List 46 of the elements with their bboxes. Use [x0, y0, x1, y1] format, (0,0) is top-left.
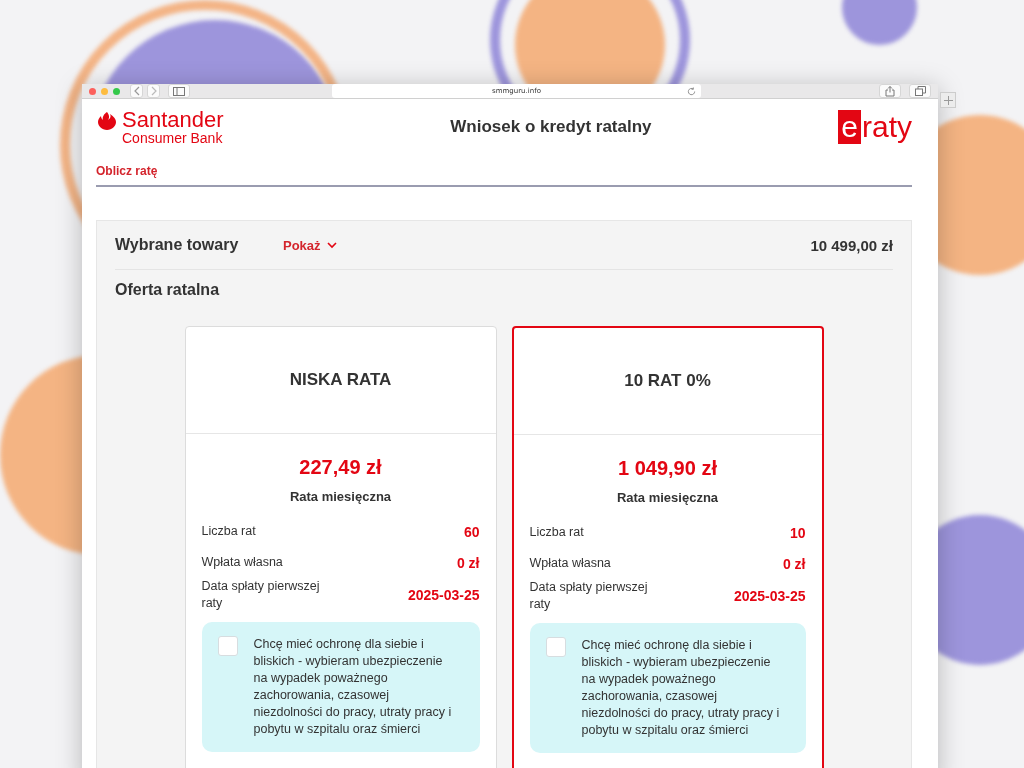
- back-button[interactable]: [130, 84, 143, 98]
- detail-label: Liczba rat: [201, 523, 257, 540]
- new-tab-button[interactable]: [940, 92, 956, 108]
- detail-value: 60: [463, 523, 480, 540]
- plus-icon: [943, 95, 953, 105]
- checkbox[interactable]: [545, 637, 566, 657]
- logo-text: raty: [862, 110, 912, 144]
- detail-value: 10: [789, 524, 806, 541]
- detail-label: Data spłaty pierwszej raty: [201, 578, 321, 612]
- forward-button[interactable]: [147, 84, 160, 98]
- tab[interactable]: Oblicz ratę: [96, 159, 158, 185]
- page-title: Wniosek o kredyt ratalny: [450, 117, 652, 137]
- detail-value: 2025-03-25: [733, 588, 806, 604]
- chevron-down-icon: [326, 241, 337, 249]
- show-toggle[interactable]: Pokaż: [283, 237, 337, 253]
- insurance-text: Chcę mieć ochronę dla siebie i bliskich - wybieram ubezpieczenie na wypadek poważnego zachorowania, czasowej niezdolności do pracy, utraty pracy i pobytu w szpitalu oraz śmierci: [581, 637, 781, 739]
- detail-label: Wpłata własna: [201, 554, 284, 571]
- total-amount: 10 499,00 zł: [810, 236, 893, 254]
- minimize-button[interactable]: [101, 87, 108, 95]
- detail-value: 0 zł: [456, 554, 480, 571]
- amount-label: Rata miesięczna: [616, 490, 719, 505]
- offer-name: NISKA RATA: [289, 370, 392, 390]
- monthly-amount: 227,49 zł: [299, 456, 382, 479]
- offer-name: 10 RAT 0%: [624, 371, 711, 391]
- logo-badge: e: [838, 110, 861, 144]
- close-button[interactable]: [89, 87, 96, 95]
- insurance-text: Chcę mieć ochronę dla siebie i bliskich - wybieram ubezpieczenie na wypadek poważnego zachorowania, czasowej niezdolności do pracy, utraty pracy i pobytu w szpitalu oraz śmierci: [253, 636, 453, 738]
- tabs-button[interactable]: [909, 84, 931, 98]
- detail-label: Liczba rat: [529, 524, 585, 541]
- brand-name: Santander: [122, 109, 224, 131]
- detail-label: Data spłaty pierwszej raty: [529, 579, 649, 613]
- detail-value: 2025-03-25: [407, 587, 480, 603]
- brand-subtitle: Consumer Bank: [122, 131, 224, 145]
- checkbox[interactable]: [217, 636, 238, 656]
- flame-logo-icon: [96, 111, 118, 131]
- zoom-button[interactable]: [113, 87, 120, 95]
- detail-label: Wpłata własna: [529, 555, 612, 572]
- section-label: Wybrane towary: [115, 236, 240, 254]
- share-button[interactable]: [879, 84, 901, 98]
- sidebar-button[interactable]: [168, 84, 190, 98]
- detail-value: 0 zł: [782, 555, 806, 572]
- amount-label: Rata miesięczna: [289, 489, 392, 504]
- reload-icon[interactable]: [687, 86, 696, 96]
- offer-card[interactable]: [511, 326, 824, 768]
- section-heading: Oferta ratalna: [115, 281, 221, 299]
- monthly-amount: 1 049,90 zł: [618, 457, 717, 480]
